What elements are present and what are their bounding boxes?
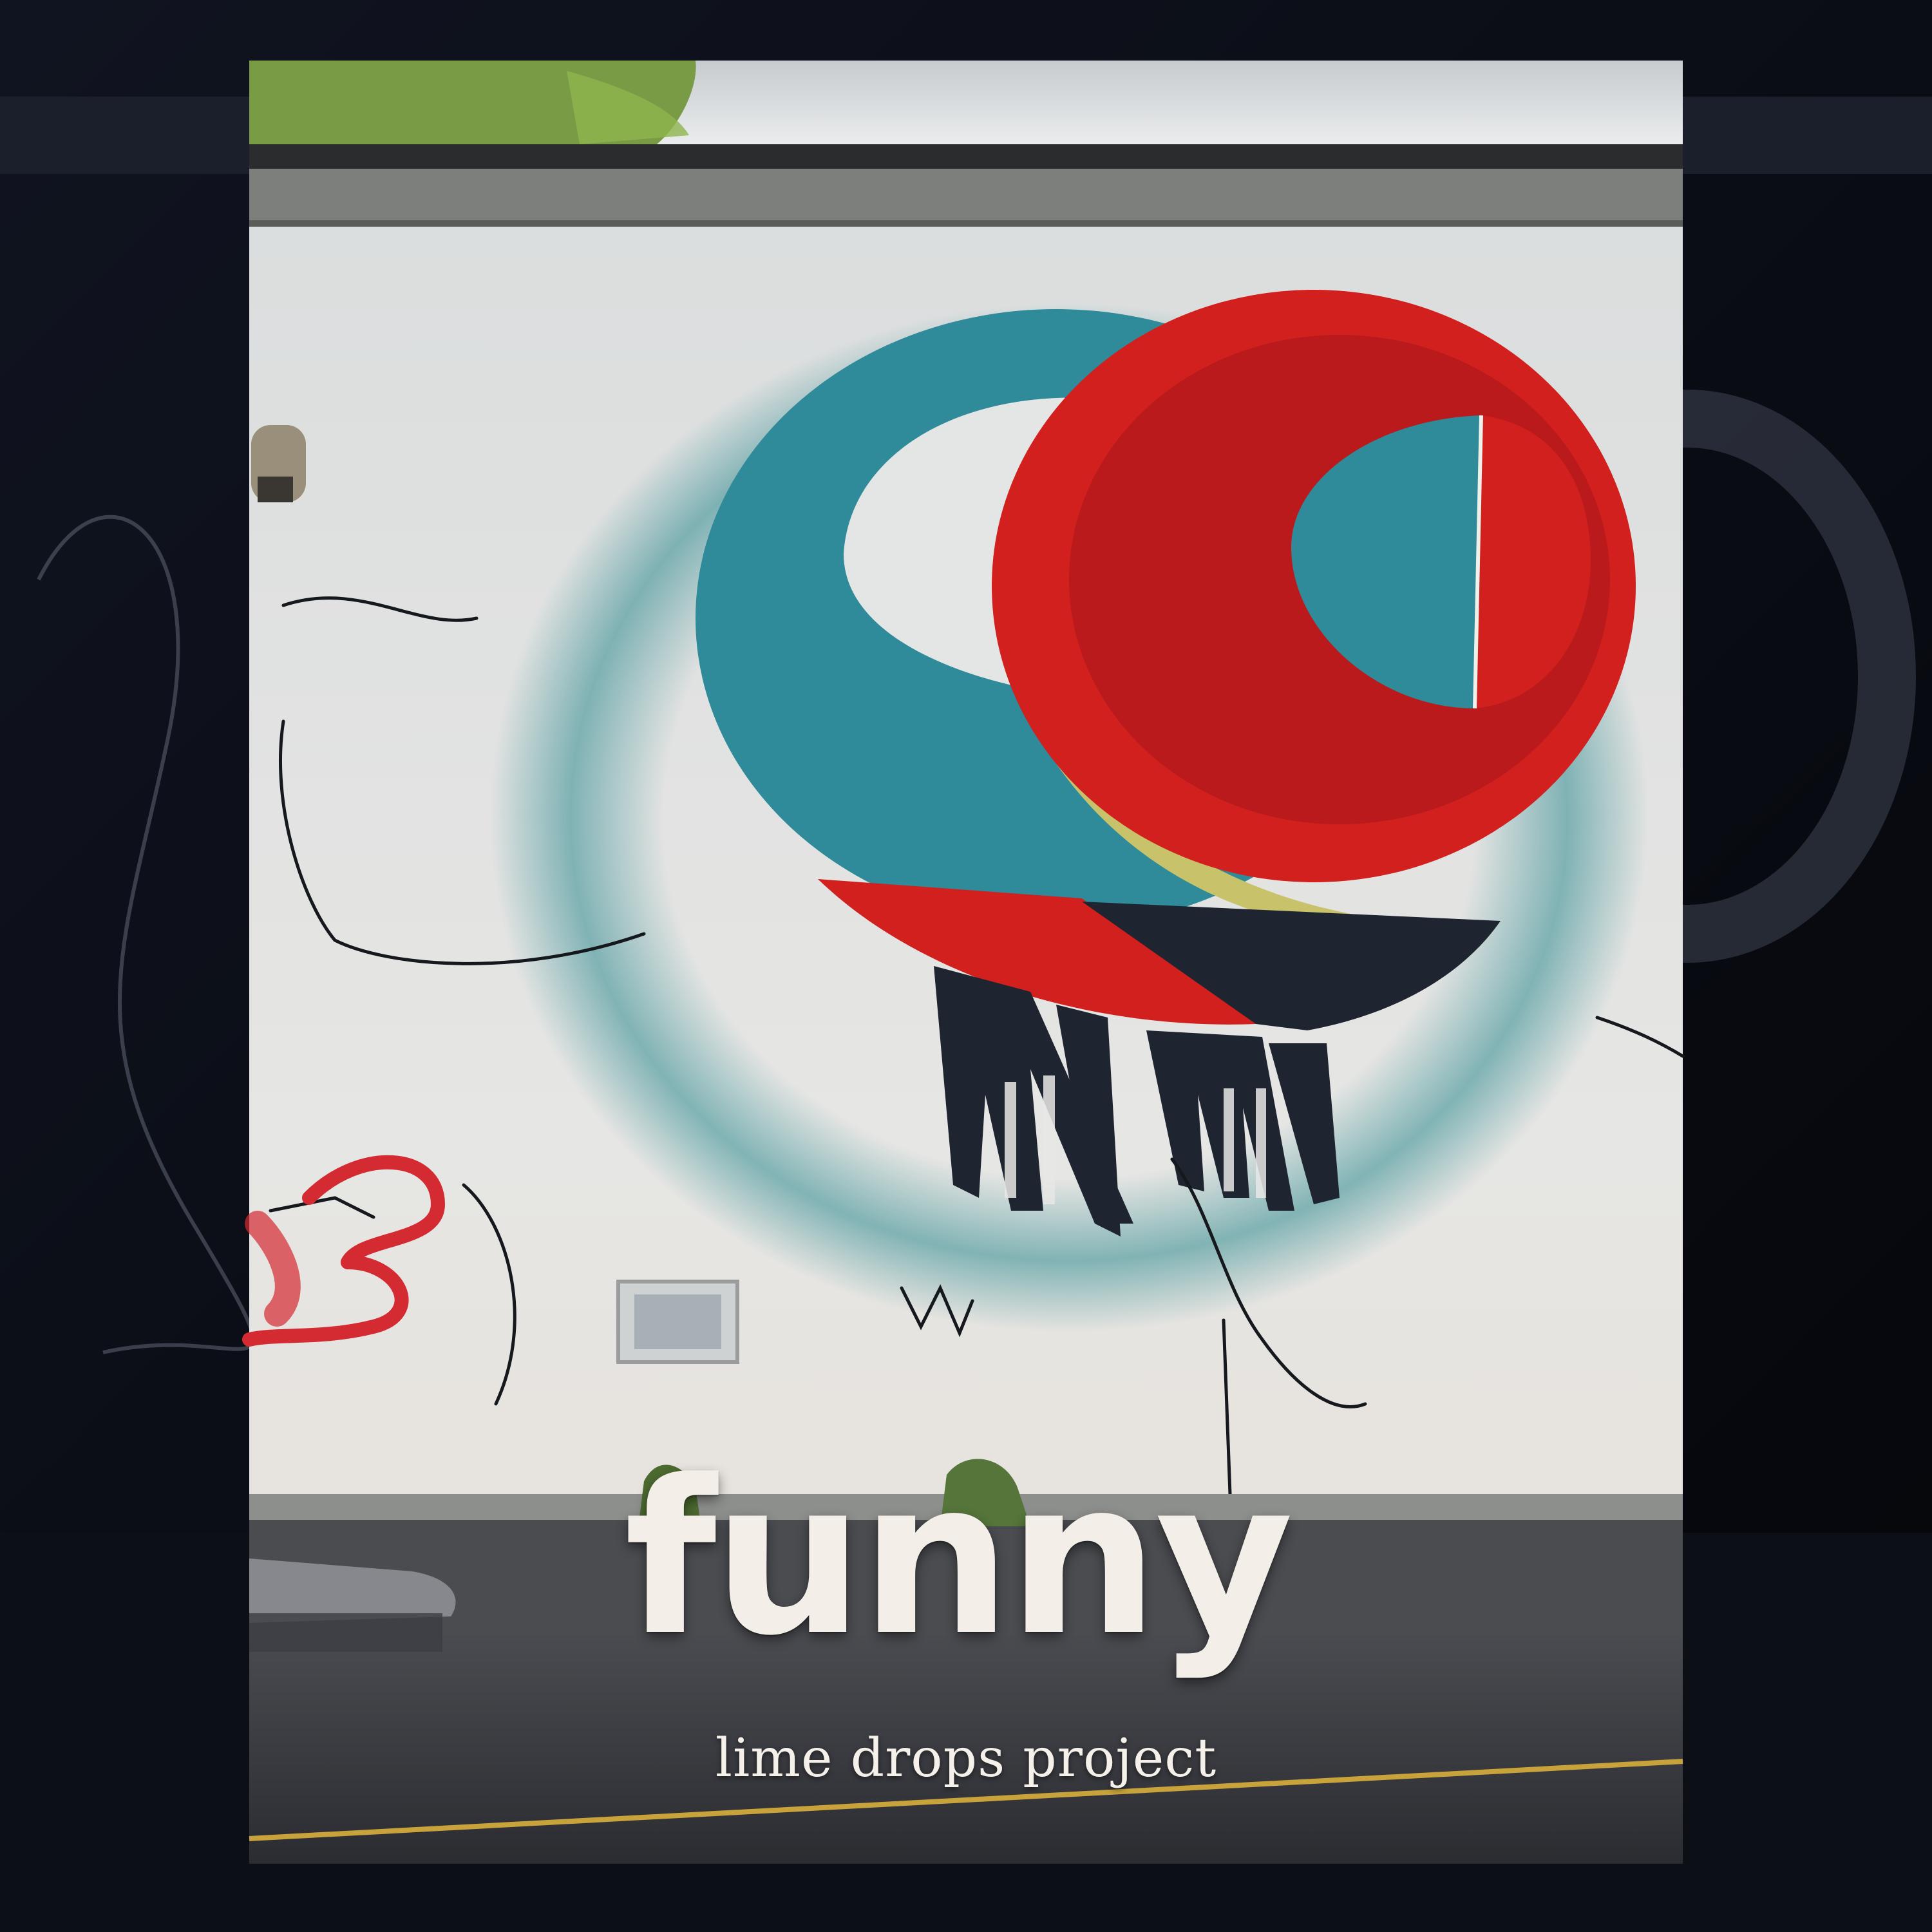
album-cover: funny lime drops project: [0, 0, 1932, 1932]
artist-name: lime drops project: [715, 1728, 1217, 1789]
roof-ledge: [249, 144, 1683, 169]
wall-cornice: [249, 169, 1683, 225]
album-title: funny: [624, 1435, 1293, 1682]
